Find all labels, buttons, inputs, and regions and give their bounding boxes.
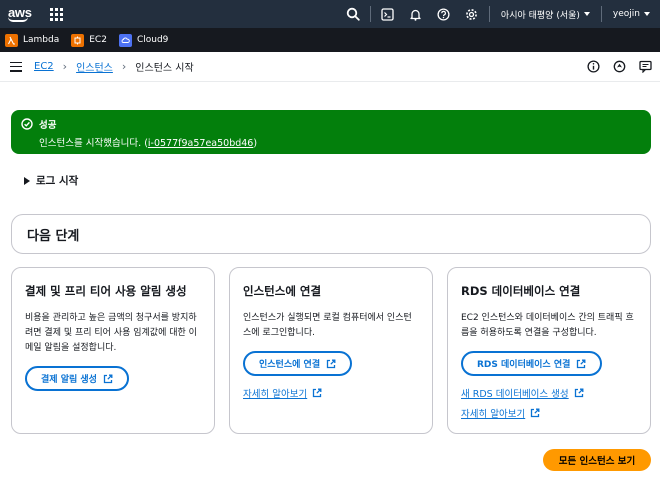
breadcrumb-instances[interactable]: 인스턴스: [76, 59, 113, 74]
menu-hamburger-icon[interactable]: [10, 61, 22, 72]
card-title: RDS 데이터베이스 연결: [461, 284, 581, 298]
next-steps-title: 다음 단계: [27, 229, 80, 244]
favorite-label: Cloud9: [136, 35, 169, 45]
create-billing-alert-button[interactable]: 결제 알림 생성: [25, 366, 129, 391]
caret-down-icon: [644, 12, 650, 16]
card-connect-instance: 인스턴스에 연결 인스턴스가 실행되면 로컬 컴퓨터에서 인스턴스에 로그인합니…: [229, 267, 433, 434]
nav-divider: [600, 6, 602, 22]
card-title: 결제 및 프리 티어 사용 알림 생성: [25, 284, 187, 298]
aws-logo[interactable]: aws: [8, 6, 36, 22]
cloudshell-icon[interactable]: [374, 0, 402, 28]
services-grid-icon[interactable]: [50, 7, 63, 21]
success-flash-banner: 성공 인스턴스를 시작했습니다. (i-0577f9a57ea50bd46): [11, 110, 651, 154]
instance-id-link[interactable]: i-0577f9a57ea50bd46: [148, 138, 253, 149]
ec2-icon: [71, 33, 85, 47]
flash-message-text: 인스턴스를 시작했습니다. (: [39, 138, 148, 149]
button-label: RDS 데이터베이스 연결: [477, 360, 571, 370]
region-selector[interactable]: 아시아 태평양 (서울): [493, 8, 598, 21]
next-steps-header: 다음 단계: [11, 214, 651, 254]
button-label: 결제 알림 생성: [41, 375, 97, 385]
settings-gear-icon[interactable]: [458, 0, 486, 28]
breadcrumb-ec2[interactable]: EC2: [34, 61, 54, 72]
help-icon[interactable]: [430, 0, 458, 28]
region-label: 아시아 태평양 (서울): [500, 10, 580, 21]
link-label: 자세히 알아보기: [461, 409, 526, 420]
chevron-right-icon: ›: [121, 60, 127, 73]
search-icon[interactable]: [339, 0, 367, 28]
card-description: 인스턴스가 실행되면 로컬 컴퓨터에서 인스턴스에 로그인합니다.: [243, 313, 412, 338]
card-billing-alerts: 결제 및 프리 티어 사용 알림 생성 비용을 관리하고 높은 금액의 청구서를…: [11, 267, 215, 434]
breadcrumb-bar: EC2 › 인스턴스 › 인스턴스 시작: [0, 52, 660, 82]
favorite-ec2[interactable]: EC2: [71, 33, 107, 47]
external-link-icon: [577, 359, 586, 368]
favorite-cloud9[interactable]: Cloud9: [118, 33, 169, 47]
card-title: 인스턴스에 연결: [243, 284, 322, 298]
flash-message: 인스턴스를 시작했습니다. (i-0577f9a57ea50bd46): [39, 135, 257, 149]
external-link-icon: [313, 388, 322, 398]
top-navigation: aws 아시아 태평양 (서울) yeojin: [0, 0, 660, 28]
card-rds-connect: RDS 데이터베이스 연결 EC2 인스턴스와 데이터베이스 간의 트래픽 흐름…: [447, 267, 651, 434]
connect-instance-button[interactable]: 인스턴스에 연결: [243, 351, 353, 376]
learn-more-link[interactable]: 자세히 알아보기: [243, 386, 322, 400]
link-label: 자세히 알아보기: [243, 389, 308, 400]
launch-log-label: 로그 시작: [36, 175, 79, 187]
external-link-icon: [103, 374, 113, 383]
connect-rds-button[interactable]: RDS 데이터베이스 연결: [461, 351, 603, 376]
external-link-icon: [531, 408, 540, 418]
user-label: yeojin: [612, 9, 640, 19]
chevron-right-icon: ›: [62, 60, 68, 73]
user-menu[interactable]: yeojin: [605, 9, 654, 19]
learn-more-link[interactable]: 자세히 알아보기: [461, 406, 540, 420]
link-label: 새 RDS 데이터베이스 생성: [461, 389, 569, 400]
aws-smile-icon: [8, 17, 28, 22]
caret-right-icon: [24, 176, 30, 185]
info-icon[interactable]: [586, 60, 600, 74]
card-description: 비용을 관리하고 높은 금액의 청구서를 방지하려면 결제 및 프리 티어 사용…: [25, 313, 197, 353]
nav-divider: [369, 6, 371, 22]
cloud9-icon: [118, 33, 132, 47]
check-circle-icon: [21, 118, 33, 130]
card-description: EC2 인스턴스와 데이터베이스 간의 트래픽 흐름을 허용하도록 연결을 구성…: [461, 313, 634, 338]
utility-icons: [586, 60, 652, 74]
favorites-bar: Lambda EC2 Cloud9: [0, 28, 660, 52]
favorite-label: Lambda: [23, 35, 60, 45]
notifications-bell-icon[interactable]: [402, 0, 430, 28]
flash-message-close-paren: ): [253, 138, 258, 149]
breadcrumb-current: 인스턴스 시작: [135, 63, 194, 74]
nav-divider: [488, 6, 490, 22]
flash-content: 성공 인스턴스를 시작했습니다. (i-0577f9a57ea50bd46): [39, 117, 257, 149]
launch-log-toggle[interactable]: 로그 시작: [24, 173, 78, 188]
location-target-icon[interactable]: [612, 60, 626, 74]
feedback-icon[interactable]: [638, 60, 652, 74]
favorite-lambda[interactable]: Lambda: [5, 33, 60, 47]
caret-down-icon: [583, 12, 590, 16]
button-label: 인스턴스에 연결: [259, 360, 321, 370]
flash-title: 성공: [39, 120, 57, 131]
view-all-instances-button[interactable]: 모든 인스턴스 보기: [543, 449, 651, 471]
create-rds-link[interactable]: 새 RDS 데이터베이스 생성: [461, 386, 584, 400]
favorite-label: EC2: [89, 35, 107, 45]
external-link-icon: [574, 388, 584, 398]
external-link-icon: [326, 359, 336, 368]
lambda-icon: [5, 33, 18, 47]
